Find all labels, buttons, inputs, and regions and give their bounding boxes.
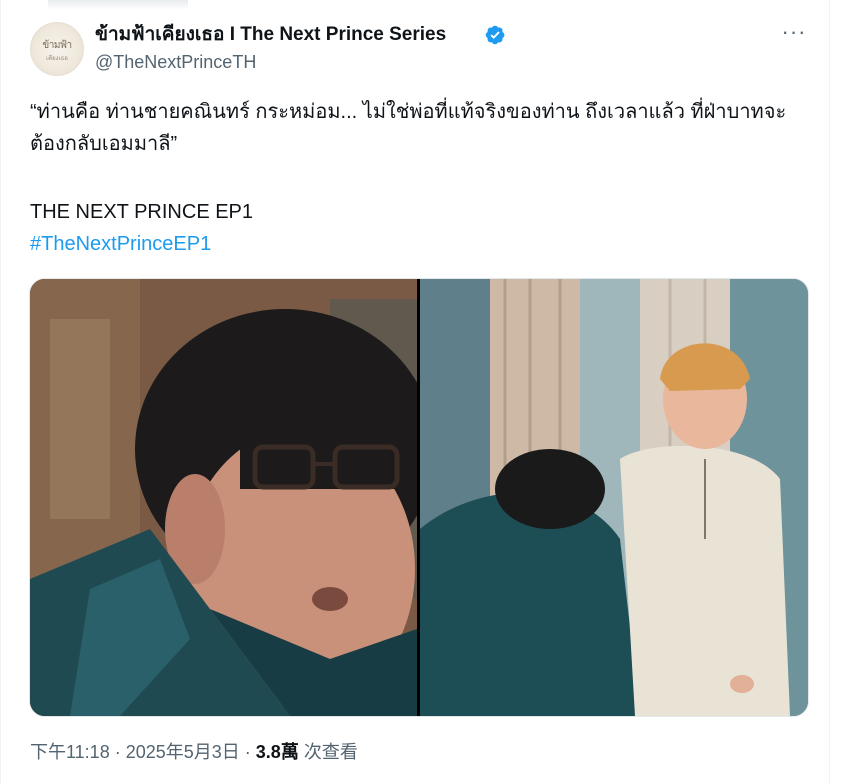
tweet-text: “ท่านคือ ท่านชายคณินทร์ กระหม่อม... ไม่ใ… xyxy=(30,101,787,155)
timestamp-time[interactable]: 下午11:18 xyxy=(30,742,110,762)
tweet-metadata: 下午11:18 · 2025年5月3日 · 3.8萬 次查看 xyxy=(30,740,358,764)
left-border xyxy=(0,0,1,784)
meta-separator: · xyxy=(109,742,126,762)
avatar[interactable]: ข้ามฟ้า เคียงเธอ xyxy=(30,22,84,76)
avatar-logo-text: ข้ามฟ้า xyxy=(42,40,72,51)
author-display-name[interactable]: ข้ามฟ้าเคียงเธอ I The Next Prince Series xyxy=(95,24,446,46)
right-border xyxy=(829,0,830,784)
hashtag-link[interactable]: #TheNextPrinceEP1 xyxy=(30,230,211,258)
view-count-label: 次查看 xyxy=(298,742,358,762)
more-options-icon[interactable]: ··· xyxy=(778,21,810,48)
view-count: 3.8萬 xyxy=(255,742,299,762)
avatar-logo-subtext: เคียงเธอ xyxy=(46,55,68,62)
author-handle[interactable]: @TheNextPrinceTH xyxy=(95,51,256,73)
media-gallery xyxy=(29,278,809,717)
top-divider xyxy=(48,0,188,10)
tweet-card: ข้ามฟ้า เคียงเธอ ข้ามฟ้าเคียงเธอ I The N… xyxy=(0,0,841,784)
photo-right[interactable] xyxy=(420,279,808,716)
photo-left-illustration xyxy=(30,279,417,716)
photo-right-illustration xyxy=(420,279,808,716)
meta-separator-2: · xyxy=(239,742,256,762)
tweet-episode-line: THE NEXT PRINCE EP1 xyxy=(30,201,254,223)
verified-badge-icon[interactable] xyxy=(484,24,506,46)
photo-left[interactable] xyxy=(30,279,417,716)
timestamp-date[interactable]: 2025年5月3日 xyxy=(126,742,240,762)
